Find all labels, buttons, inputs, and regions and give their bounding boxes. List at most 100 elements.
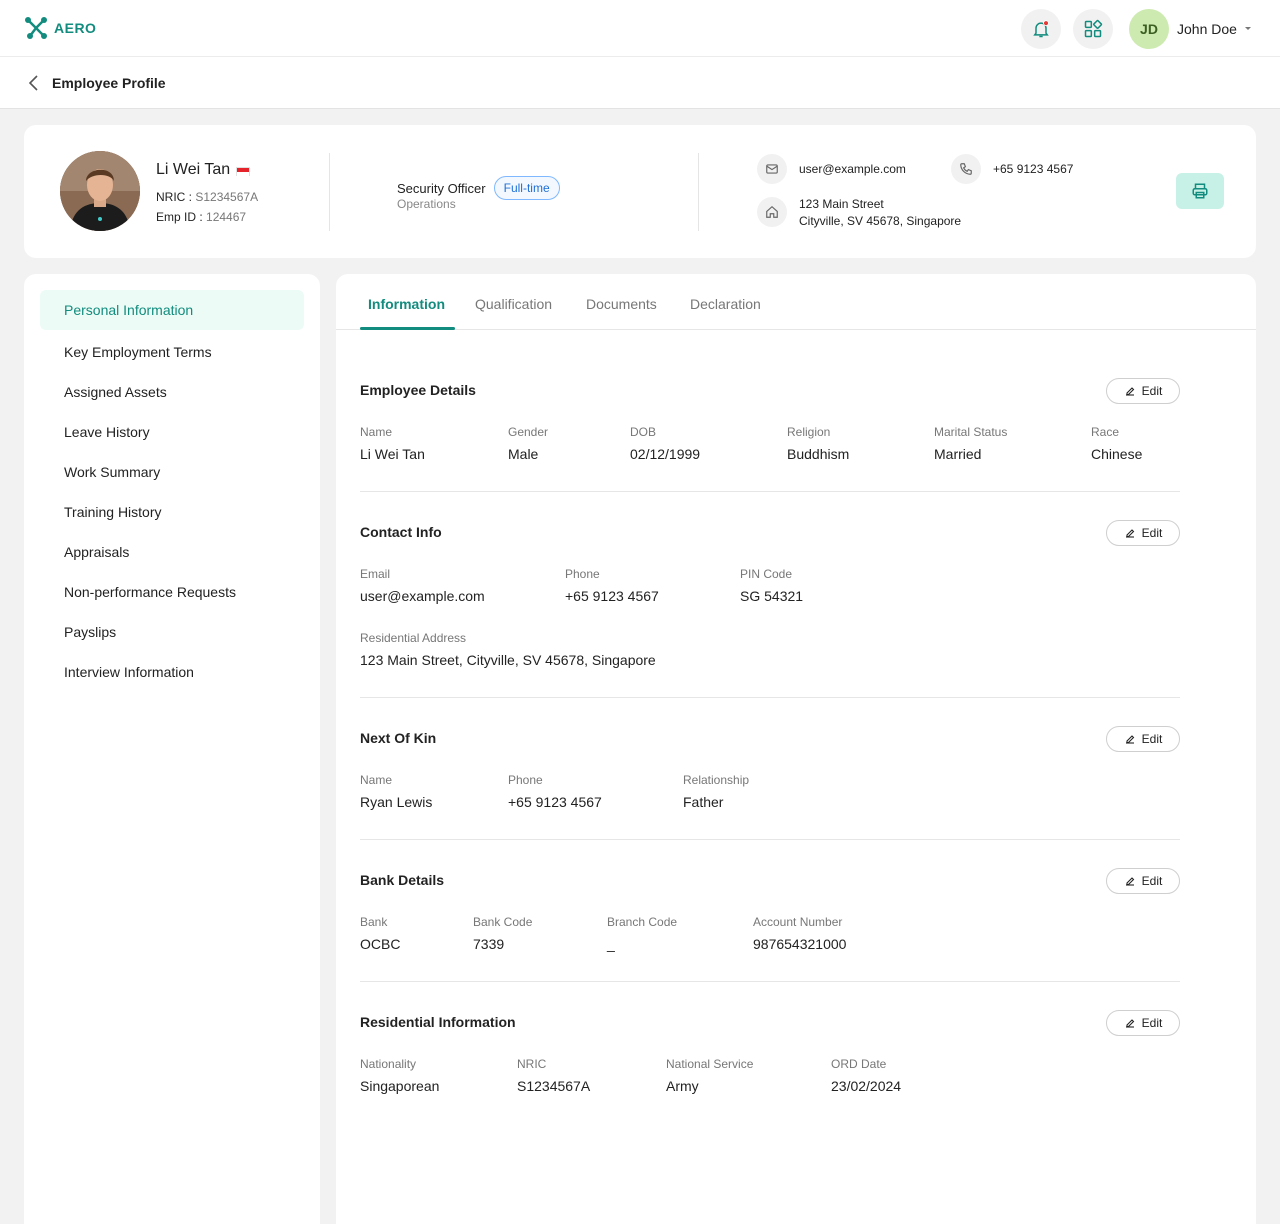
singapore-flag-icon [236,166,251,176]
field-label: Religion [787,425,831,439]
pencil-icon [1125,735,1134,744]
section-title-contact-info: Contact Info [360,524,442,540]
sidebar-item-assigned-assets[interactable]: Assigned Assets [40,372,304,412]
field-value: _ [607,936,615,952]
sidebar-item-key-employment-terms[interactable]: Key Employment Terms [40,332,304,372]
field-value: SG 54321 [740,588,804,604]
field-value: 123 Main Street, Cityville, SV 45678, Si… [360,652,656,668]
logo-text: AERO [54,20,97,36]
divider [698,153,699,231]
field-value: Army [666,1078,699,1094]
tab-information[interactable]: Information [368,296,445,312]
user-name[interactable]: John Doe [1177,21,1237,37]
tab-qualification[interactable]: Qualification [475,296,552,312]
employment-type-badge: Full-time [493,176,560,200]
section-title-employee-details: Employee Details [360,382,476,398]
field-label: Marital Status [934,425,1008,439]
field-label: Branch Code [607,915,678,929]
field-label: Name [360,425,393,439]
sidebar-item-appraisals[interactable]: Appraisals [40,532,304,572]
field-value: +65 9123 4567 [565,588,659,604]
field-label: Phone [508,773,543,787]
field-label: Phone [565,567,600,581]
mail-icon-wrap [757,154,787,184]
divider [329,153,330,231]
field-label: Gender [508,425,549,439]
app-logo[interactable]: AERO [24,16,96,40]
address-line-1: 123 Main Street [799,197,884,211]
field-label: Race [1091,425,1120,439]
profile-summary-card: Li Wei Tan NRIC : S1234567A Emp ID : 124… [24,125,1256,258]
field-label: NRIC [517,1057,547,1071]
sidebar-item-training-history[interactable]: Training History [40,492,304,532]
field-value: 7339 [473,936,505,952]
back-arrow-icon[interactable] [26,74,42,92]
notifications-button[interactable] [1021,9,1061,49]
employee-name-text: Li Wei Tan [156,161,231,178]
field-value: Father [683,794,724,810]
phone-icon-wrap [951,154,981,184]
section-divider [360,839,1180,840]
job-title-text: Security Officer [397,180,486,196]
field-value: Buddhism [787,446,850,462]
edit-next-of-kin-button[interactable]: Edit [1106,726,1180,752]
contact-email[interactable]: user@example.com [799,161,906,178]
apps-button[interactable] [1073,9,1113,49]
top-bar: AERO JD John Doe [0,0,1280,57]
contact-phone[interactable]: +65 9123 4567 [993,161,1073,178]
field-label: PIN Code [740,567,793,581]
sidebar-item-non-performance-requests[interactable]: Non-performance Requests [40,572,304,612]
chevron-down-icon[interactable] [1243,23,1253,33]
sidebar-item-payslips[interactable]: Payslips [40,612,304,652]
nric-value: S1234567A [195,190,259,204]
edit-bank-details-button[interactable]: Edit [1106,868,1180,894]
print-button[interactable] [1176,173,1224,209]
sidebar-item-personal-information[interactable]: Personal Information [40,290,304,330]
mail-icon [766,164,778,174]
tab-declaration[interactable]: Declaration [690,296,761,312]
pencil-icon [1125,1019,1134,1028]
section-title-bank-details: Bank Details [360,872,445,888]
field-value: Singaporean [360,1078,440,1094]
home-icon [766,205,778,218]
sidebar-item-interview-information[interactable]: Interview Information [40,652,304,692]
edit-label: Edit [1141,526,1163,540]
tab-documents[interactable]: Documents [586,296,657,312]
sidebar-item-leave-history[interactable]: Leave History [40,412,304,452]
edit-label: Edit [1141,1016,1163,1030]
pencil-icon [1125,529,1134,538]
field-label: Email [360,567,391,581]
profile-sidebar: Personal Information Key Employment Term… [24,274,320,1224]
emp-id-value: 124467 [206,210,247,224]
field-value: OCBC [360,936,401,952]
sidebar-item-work-summary[interactable]: Work Summary [40,452,304,492]
field-value: S1234567A [517,1078,591,1094]
field-label: Nationality [360,1057,417,1071]
page-header: Employee Profile [0,57,1280,109]
field-value: Li Wei Tan [360,446,425,462]
employee-name: Li Wei Tan [156,161,251,179]
user-avatar[interactable]: JD [1129,9,1169,49]
edit-label: Edit [1141,732,1163,746]
field-label: Name [360,773,393,787]
field-label: Account Number [753,915,843,929]
apps-grid-icon [1084,19,1103,38]
edit-label: Edit [1141,384,1163,398]
section-title-next-of-kin: Next Of Kin [360,730,437,746]
printer-icon [1192,183,1208,199]
edit-residential-information-button[interactable]: Edit [1106,1010,1180,1036]
section-divider [360,491,1180,492]
field-label: Residential Address [360,631,467,645]
field-value: Married [934,446,982,462]
field-value: Ryan Lewis [360,794,433,810]
section-divider [360,697,1180,698]
edit-contact-info-button[interactable]: Edit [1106,520,1180,546]
nric-label: NRIC : [156,190,192,204]
employee-photo [60,151,140,231]
edit-employee-details-button[interactable]: Edit [1106,378,1180,404]
edit-label: Edit [1141,874,1163,888]
employee-nric: NRIC : S1234567A [156,190,258,204]
bell-icon [1033,20,1049,38]
field-label: Bank Code [473,915,533,929]
emp-id-label: Emp ID : [156,210,203,224]
